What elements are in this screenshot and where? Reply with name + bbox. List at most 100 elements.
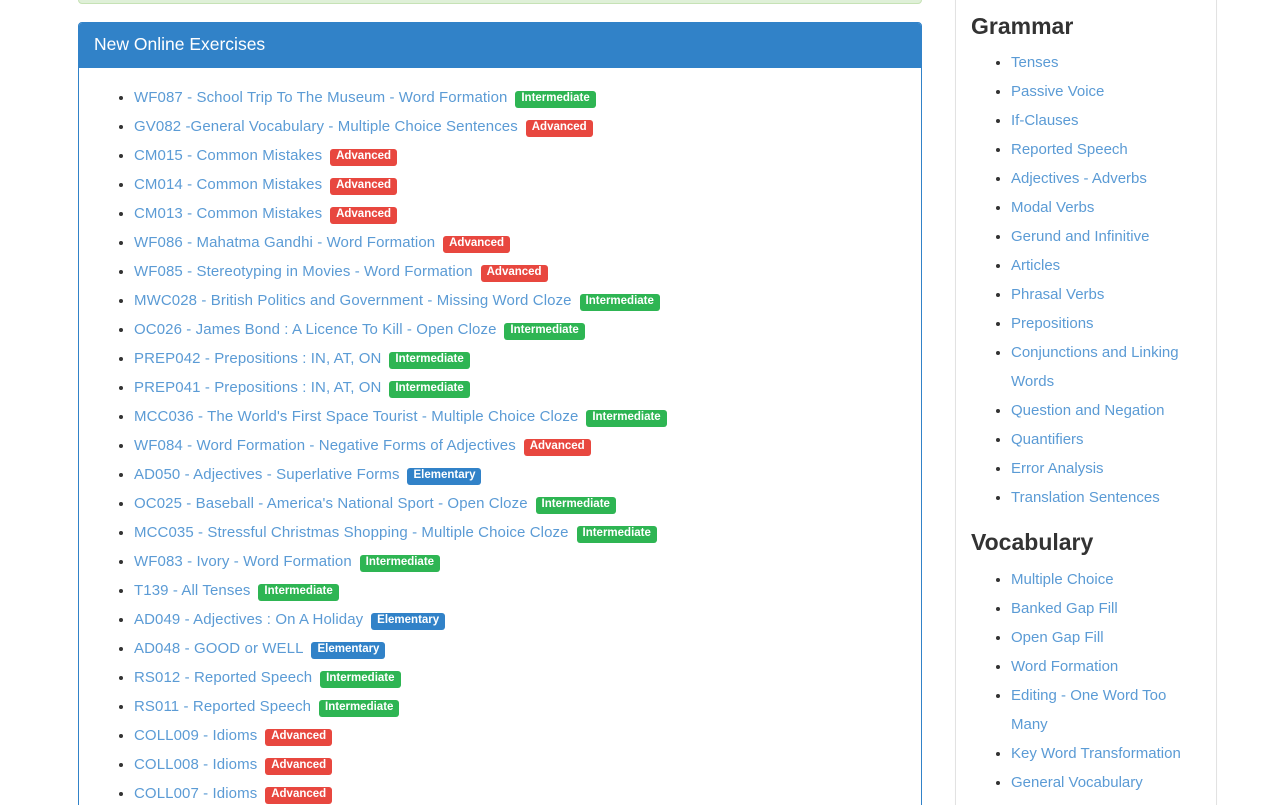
list-item: T139 - All Tenses Intermediate: [134, 576, 906, 605]
sidebar-item-grammar[interactable]: Prepositions: [1011, 315, 1094, 332]
exercise-link[interactable]: WF083 - Ivory - Word Formation: [134, 553, 352, 570]
list-item: Prepositions: [1011, 309, 1201, 338]
list-item: MCC035 - Stressful Christmas Shopping - …: [134, 518, 906, 547]
list-item: OC026 - James Bond : A Licence To Kill -…: [134, 315, 906, 344]
list-item: Question and Negation: [1011, 396, 1201, 425]
level-badge: Intermediate: [319, 700, 399, 717]
exercise-link[interactable]: RS011 - Reported Speech: [134, 698, 311, 715]
exercise-link[interactable]: MCC035 - Stressful Christmas Shopping - …: [134, 524, 569, 541]
list-item: Editing - One Word Too Many: [1011, 681, 1201, 739]
grammar-vocabulary-panel: Grammar Tenses Passive Voice If-Clauses Rep…: [955, 0, 1217, 805]
list-item: COLL009 - Idioms Advanced: [134, 721, 906, 750]
sidebar-item-vocabulary[interactable]: Key Word Transformation: [1011, 745, 1181, 762]
exercise-link[interactable]: CM015 - Common Mistakes: [134, 147, 322, 164]
list-item: Error Analysis: [1011, 454, 1201, 483]
level-badge: Intermediate: [258, 584, 338, 601]
list-item: Passive Voice: [1011, 77, 1201, 106]
list-item: COLL008 - Idioms Advanced: [134, 750, 906, 779]
list-item: COLL007 - Idioms Advanced: [134, 779, 906, 805]
panel-body: WF087 - School Trip To The Museum - Word…: [79, 68, 921, 805]
exercise-link[interactable]: CM014 - Common Mistakes: [134, 176, 322, 193]
sidebar-item-grammar[interactable]: Tenses: [1011, 54, 1059, 71]
list-item: Gerund and Infinitive: [1011, 222, 1201, 251]
page-root: New Online Exercises WF087 - School Trip…: [0, 0, 1268, 805]
list-item: PREP042 - Prepositions : IN, AT, ON Inte…: [134, 344, 906, 373]
success-alert-strip: [78, 0, 922, 4]
exercise-link[interactable]: CM013 - Common Mistakes: [134, 205, 322, 222]
list-item: CM014 - Common Mistakes Advanced: [134, 170, 906, 199]
level-badge: Advanced: [330, 149, 397, 166]
list-item: WF085 - Stereotyping in Movies - Word Fo…: [134, 257, 906, 286]
sidebar-item-grammar[interactable]: Passive Voice: [1011, 83, 1104, 100]
exercise-link[interactable]: COLL009 - Idioms: [134, 727, 257, 744]
exercise-link[interactable]: GV082 -General Vocabulary - Multiple Cho…: [134, 118, 518, 135]
list-item: Modal Verbs: [1011, 193, 1201, 222]
exercise-link[interactable]: AD049 - Adjectives : On A Holiday: [134, 611, 363, 628]
list-item: CM015 - Common Mistakes Advanced: [134, 141, 906, 170]
exercise-link[interactable]: COLL008 - Idioms: [134, 756, 257, 773]
exercise-link[interactable]: PREP041 - Prepositions : IN, AT, ON: [134, 379, 381, 396]
list-item: Translation Sentences: [1011, 483, 1201, 512]
level-badge: Advanced: [443, 236, 510, 253]
level-badge: Intermediate: [389, 352, 469, 369]
sidebar-item-grammar[interactable]: Quantifiers: [1011, 431, 1084, 448]
exercise-link[interactable]: OC025 - Baseball - America's National Sp…: [134, 495, 528, 512]
level-badge: Intermediate: [577, 526, 657, 543]
list-item: WF087 - School Trip To The Museum - Word…: [134, 83, 906, 112]
level-badge: Intermediate: [586, 410, 666, 427]
level-badge: Intermediate: [515, 91, 595, 108]
list-item: Tenses: [1011, 48, 1201, 77]
list-item: Articles: [1011, 251, 1201, 280]
level-badge: Advanced: [265, 729, 332, 746]
sidebar-item-vocabulary[interactable]: Multiple Choice: [1011, 571, 1114, 588]
list-item: Key Word Transformation: [1011, 739, 1201, 768]
sidebar-item-grammar[interactable]: Error Analysis: [1011, 460, 1104, 477]
exercise-link[interactable]: T139 - All Tenses: [134, 582, 251, 599]
exercise-link[interactable]: AD050 - Adjectives - Superlative Forms: [134, 466, 400, 483]
sidebar-column: Grammar Tenses Passive Voice If-Clauses Rep…: [955, 0, 1217, 805]
list-item: MWC028 - British Politics and Government…: [134, 286, 906, 315]
level-badge: Elementary: [407, 468, 481, 485]
sidebar-item-vocabulary[interactable]: Editing - One Word Too Many: [1011, 687, 1166, 733]
list-item: AD050 - Adjectives - Superlative Forms E…: [134, 460, 906, 489]
exercise-link[interactable]: COLL007 - Idioms: [134, 785, 257, 802]
sidebar-item-grammar[interactable]: If-Clauses: [1011, 112, 1079, 129]
exercise-link[interactable]: OC026 - James Bond : A Licence To Kill -…: [134, 321, 497, 338]
exercise-link[interactable]: WF086 - Mahatma Gandhi - Word Formation: [134, 234, 435, 251]
exercise-link[interactable]: WF087 - School Trip To The Museum - Word…: [134, 89, 507, 106]
sidebar-item-grammar[interactable]: Modal Verbs: [1011, 199, 1094, 216]
exercise-link[interactable]: AD048 - GOOD or WELL: [134, 640, 304, 657]
grammar-heading: Grammar: [971, 14, 1201, 39]
sidebar-item-vocabulary[interactable]: Word Formation: [1011, 658, 1118, 675]
sidebar-item-grammar[interactable]: Gerund and Infinitive: [1011, 228, 1149, 245]
exercise-link[interactable]: MWC028 - British Politics and Government…: [134, 292, 572, 309]
sidebar-item-vocabulary[interactable]: Open Gap Fill: [1011, 629, 1104, 646]
exercise-link[interactable]: WF084 - Word Formation - Negative Forms …: [134, 437, 516, 454]
sidebar-item-grammar[interactable]: Translation Sentences: [1011, 489, 1160, 506]
sidebar-item-grammar[interactable]: Articles: [1011, 257, 1060, 274]
sidebar-item-grammar[interactable]: Adjectives - Adverbs: [1011, 170, 1147, 187]
level-badge: Advanced: [265, 787, 332, 804]
exercise-link[interactable]: MCC036 - The World's First Space Tourist…: [134, 408, 578, 425]
sidebar-item-grammar[interactable]: Reported Speech: [1011, 141, 1128, 158]
exercise-link[interactable]: PREP042 - Prepositions : IN, AT, ON: [134, 350, 381, 367]
level-badge: Elementary: [311, 642, 385, 659]
vocabulary-list: Multiple Choice Banked Gap Fill Open Gap F…: [971, 565, 1201, 805]
level-badge: Advanced: [524, 439, 591, 456]
list-item: OC025 - Baseball - America's National Sp…: [134, 489, 906, 518]
list-item: RS012 - Reported Speech Intermediate: [134, 663, 906, 692]
grammar-vocabulary-panel-body: Grammar Tenses Passive Voice If-Clauses Rep…: [956, 0, 1216, 805]
new-online-exercises-panel: New Online Exercises WF087 - School Trip…: [78, 22, 922, 805]
list-item: MCC036 - The World's First Space Tourist…: [134, 402, 906, 431]
sidebar-item-grammar[interactable]: Conjunctions and Linking Words: [1011, 344, 1179, 390]
list-item: Multiple Choice: [1011, 565, 1201, 594]
sidebar-item-vocabulary[interactable]: General Vocabulary Exercises: [1011, 774, 1143, 805]
exercise-link[interactable]: WF085 - Stereotyping in Movies - Word Fo…: [134, 263, 473, 280]
sidebar-item-grammar[interactable]: Question and Negation: [1011, 402, 1164, 419]
exercise-link[interactable]: RS012 - Reported Speech: [134, 669, 312, 686]
list-item: Quantifiers: [1011, 425, 1201, 454]
sidebar-item-vocabulary[interactable]: Banked Gap Fill: [1011, 600, 1118, 617]
level-badge: Advanced: [265, 758, 332, 775]
level-badge: Intermediate: [360, 555, 440, 572]
sidebar-item-grammar[interactable]: Phrasal Verbs: [1011, 286, 1104, 303]
